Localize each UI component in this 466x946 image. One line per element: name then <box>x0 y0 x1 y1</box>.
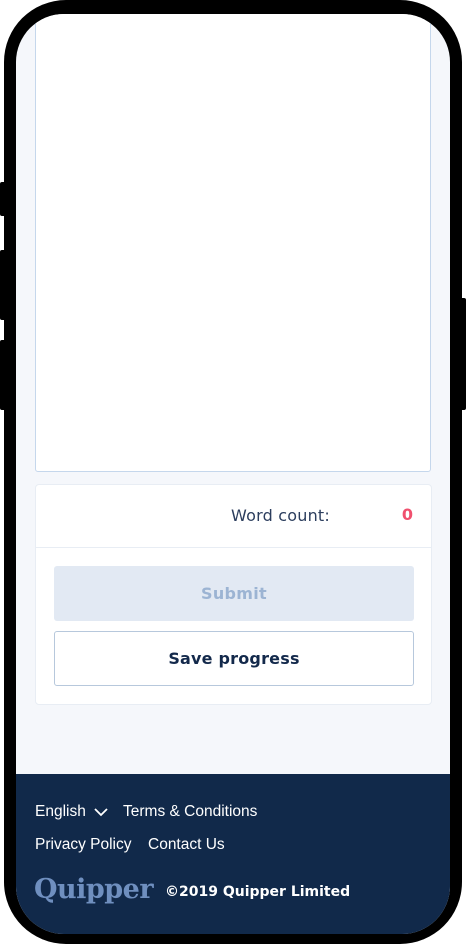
language-label: English <box>35 803 86 820</box>
power-button <box>460 298 466 410</box>
footer: English Terms & Conditions Privacy Polic… <box>16 774 450 934</box>
mute-switch <box>0 182 6 216</box>
copyright-text: ©2019 Quipper Limited <box>165 884 351 900</box>
word-count-row: Word count: 0 <box>36 485 431 548</box>
language-selector[interactable]: English <box>35 803 108 821</box>
screen: Word count: 0 Submit Save progress Engli… <box>16 14 450 934</box>
word-count-value: 0 <box>401 505 413 524</box>
quipper-logo: Quipper <box>34 874 154 905</box>
chevron-down-icon <box>94 808 108 817</box>
volume-up-button <box>0 250 6 320</box>
word-count-label: Word count: <box>231 506 330 525</box>
volume-down-button <box>0 340 6 410</box>
submit-button[interactable]: Submit <box>54 566 414 621</box>
terms-link[interactable]: Terms & Conditions <box>123 803 257 821</box>
contact-link[interactable]: Contact Us <box>148 836 225 854</box>
submission-card: Word count: 0 Submit Save progress <box>35 484 432 705</box>
privacy-link[interactable]: Privacy Policy <box>35 836 131 854</box>
answer-textarea[interactable] <box>35 14 431 472</box>
save-progress-button[interactable]: Save progress <box>54 631 414 686</box>
